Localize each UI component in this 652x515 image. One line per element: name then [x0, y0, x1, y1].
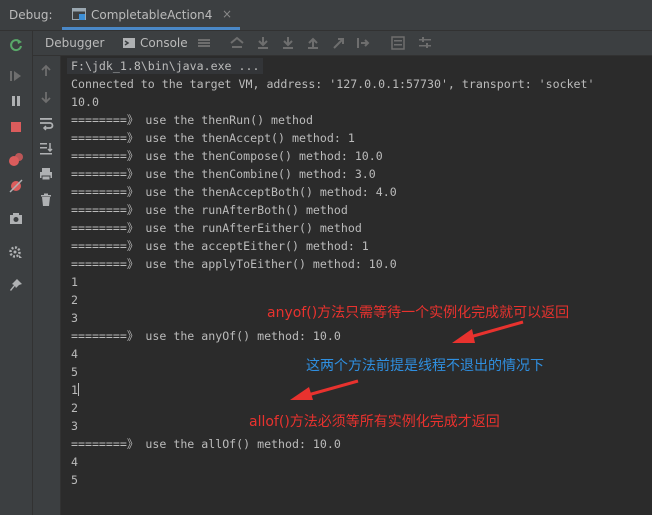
console-line: ========》 use the runAfterBoth() method	[71, 203, 348, 217]
trace-settings-icon[interactable]	[417, 35, 433, 51]
drop-frame-icon[interactable]	[331, 35, 347, 51]
console-line: 4	[71, 347, 78, 361]
arrow-down-icon[interactable]	[38, 89, 54, 105]
step-into-icon[interactable]	[280, 35, 296, 51]
console-output[interactable]: F:\jdk_1.8\bin\java.exe ... Connected to…	[61, 56, 652, 515]
console-line: ========》 use the thenRun() method	[71, 113, 313, 127]
console-line: ========》 use the thenCombine() method: …	[71, 167, 376, 181]
scroll-to-end-icon[interactable]	[38, 140, 54, 156]
view-breakpoints-icon[interactable]	[8, 152, 24, 168]
console-line: Connected to the target VM, address: '12…	[71, 77, 595, 91]
print-icon[interactable]	[38, 166, 54, 182]
console-line: 1	[71, 275, 78, 289]
debug-side-toolbar	[0, 31, 33, 515]
console-line: ========》 use the thenCompose() method: …	[71, 149, 383, 163]
mute-breakpoints-icon[interactable]	[8, 178, 24, 194]
console-side-toolbar	[33, 56, 61, 515]
close-icon[interactable]: ×	[222, 7, 232, 21]
console-line: ========》 use the allOf() method: 10.0	[71, 437, 341, 451]
console-line: ========》 use the anyOf() method: 10.0	[71, 329, 341, 343]
text-cursor	[78, 383, 79, 396]
console-line: ========》 use the applyToEither() method…	[71, 257, 397, 271]
tab-completable-action4[interactable]: CompletableAction4 ×	[62, 0, 240, 30]
console-line: 5	[71, 473, 78, 487]
tab-title: CompletableAction4	[91, 8, 213, 22]
camera-icon[interactable]	[8, 210, 24, 226]
evaluate-expression-icon[interactable]	[390, 35, 406, 51]
console-line: 1	[71, 383, 78, 397]
arrow-up-icon[interactable]	[38, 63, 54, 79]
step-out-icon[interactable]	[305, 35, 321, 51]
show-execution-point-icon[interactable]	[229, 35, 245, 51]
console-line: 10.0	[71, 95, 99, 109]
console-line: ========》 use the thenAccept() method: 1	[71, 131, 355, 145]
command-line[interactable]: F:\jdk_1.8\bin\java.exe ...	[67, 58, 264, 74]
console-line: 2	[71, 401, 78, 415]
stop-icon[interactable]	[8, 119, 24, 135]
console-line: 5	[71, 365, 78, 379]
console-line: ========》 use the thenAcceptBoth() metho…	[71, 185, 397, 199]
pause-icon[interactable]	[8, 93, 24, 109]
console-line: 2	[71, 293, 78, 307]
tab-debugger[interactable]: Debugger	[45, 31, 104, 55]
console-line: 4	[71, 455, 78, 469]
debugger-toolbar: Debugger Console	[33, 31, 652, 56]
settings-icon[interactable]	[8, 244, 24, 260]
thread-annotation: 这两个方法前提是线程不退出的情况下	[306, 358, 544, 374]
anyof-annotation: anyof()方法只需等待一个实例化完成就可以返回	[267, 305, 570, 321]
debug-label: Debug:	[9, 8, 53, 22]
resume-icon[interactable]	[8, 68, 24, 84]
clear-all-icon[interactable]	[38, 192, 54, 208]
soft-wrap-icon[interactable]	[38, 115, 54, 131]
rerun-icon[interactable]	[8, 37, 24, 53]
run-to-cursor-icon[interactable]	[355, 35, 371, 51]
step-over-icon[interactable]	[255, 35, 271, 51]
pin-icon[interactable]	[8, 277, 24, 293]
console-icon	[121, 35, 137, 51]
allof-annotation: allof()方法必须等所有实例化完成才返回	[249, 414, 500, 430]
console-line: 3	[71, 311, 78, 325]
tab-console[interactable]: Console	[140, 31, 188, 55]
debug-header: Debug: CompletableAction4 ×	[0, 0, 652, 31]
console-line: ========》 use the runAfterEither() metho…	[71, 221, 362, 235]
run-config-icon	[72, 8, 86, 21]
console-line: 3	[71, 419, 78, 433]
console-line: ========》 use the acceptEither() method:…	[71, 239, 369, 253]
menu-icon[interactable]	[196, 35, 212, 51]
